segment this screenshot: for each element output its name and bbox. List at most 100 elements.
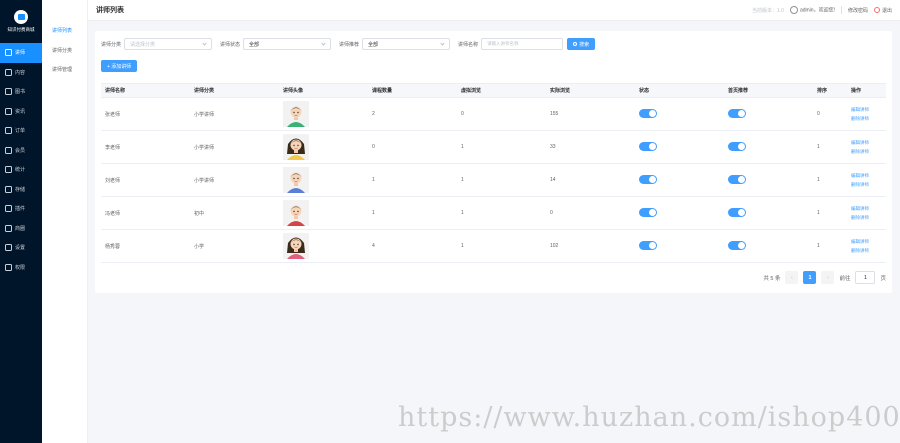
column-header: 实际浏览 xyxy=(550,88,571,94)
table-header: 讲师名称 讲师分类 讲师头像 课程数量 虚拟浏览 实际浏览 状态 首页推荐 排序 操作 xyxy=(101,84,886,98)
nav-item-label: 商圈 xyxy=(15,225,26,232)
edit-teacher-link[interactable]: 编辑讲师 xyxy=(851,138,886,147)
operations-cell: 编辑讲师 删除讲师 xyxy=(847,204,886,222)
user-icon xyxy=(789,6,798,14)
storage-icon xyxy=(5,185,12,193)
recommend-toggle[interactable] xyxy=(728,207,746,217)
settings-icon xyxy=(5,244,12,252)
page-1-button[interactable]: 1 xyxy=(803,271,817,284)
logo[interactable]: 知识付费商城 xyxy=(0,0,42,43)
goto-page-input[interactable]: 1 xyxy=(855,271,876,284)
chevron-down-icon xyxy=(321,41,326,46)
nav-item-4[interactable]: 订单 xyxy=(0,121,42,141)
avatar xyxy=(283,101,309,127)
main-nav: 知识付费商城 讲师内容图书资讯订单 会员 统计存储插件商圈设置权限 xyxy=(0,0,42,443)
search-button-label: 搜索 xyxy=(579,41,590,48)
real-views: 33 xyxy=(550,144,556,150)
recommend-cell xyxy=(724,174,813,186)
add-teacher-button[interactable]: + 添加讲师 xyxy=(101,60,138,72)
table-row: 张老师 小学讲师 2 0 155 0 编辑讲师 删除讲师 xyxy=(101,98,886,131)
nav-item-1[interactable]: 内容 xyxy=(0,63,42,83)
avatar-cell xyxy=(279,200,368,226)
column-header: 操作 xyxy=(851,88,862,94)
status-toggle[interactable] xyxy=(639,108,657,118)
delete-teacher-link[interactable]: 删除讲师 xyxy=(851,147,886,156)
recommend-toggle[interactable] xyxy=(728,141,746,151)
submenu-item-0[interactable]: 讲师列表 xyxy=(42,21,87,41)
shop-icon xyxy=(5,224,12,232)
nav-item-7[interactable]: 存储 xyxy=(0,180,42,200)
edit-teacher-link[interactable]: 编辑讲师 xyxy=(851,105,886,114)
submenu-item-2[interactable]: 讲师管理 xyxy=(42,60,87,80)
delete-teacher-link[interactable]: 删除讲师 xyxy=(851,246,886,255)
nav-item-label: 设置 xyxy=(15,245,26,252)
column-header: 讲师分类 xyxy=(194,88,215,94)
status-toggle[interactable] xyxy=(639,207,657,217)
recommend-toggle[interactable] xyxy=(728,174,746,184)
name-search-input[interactable]: 请输入讲师名称 xyxy=(481,38,564,50)
next-page-button[interactable]: › xyxy=(821,271,835,284)
teacher-name: 刘老师 xyxy=(105,177,121,184)
recommend-toggle[interactable] xyxy=(728,108,746,118)
divider xyxy=(840,6,842,14)
edit-teacher-link[interactable]: 编辑讲师 xyxy=(851,237,886,246)
sort-value: 1 xyxy=(817,210,820,216)
user-info[interactable]: admin，欢迎您! xyxy=(789,6,835,14)
delete-teacher-link[interactable]: 删除讲师 xyxy=(851,180,886,189)
logout-button[interactable]: 退出 xyxy=(873,7,892,14)
status-filter-label: 讲师状态 xyxy=(220,41,241,48)
nav-item-2[interactable]: 图书 xyxy=(0,82,42,102)
category-placeholder: 请选择分类 xyxy=(130,41,156,48)
sub-nav: 讲师列表 讲师分类 讲师管理 xyxy=(42,0,88,443)
status-toggle[interactable] xyxy=(639,174,657,184)
app-root: 知识付费商城 讲师 内容 图书 资讯 订单 会员 统计 存储 插件 商圈 设置 权限 讲师列表 讲师分类… xyxy=(0,0,900,443)
real-views: 0 xyxy=(550,210,553,216)
nav-item-label: 存储 xyxy=(15,186,26,193)
operations-cell: 编辑讲师 删除讲师 xyxy=(847,138,886,156)
column-header: 讲师头像 xyxy=(283,88,304,94)
change-password-link[interactable]: 修改密码 xyxy=(848,7,868,14)
recommend-select[interactable]: 全部 xyxy=(362,38,451,50)
status-toggle[interactable] xyxy=(639,141,657,151)
real-views: 102 xyxy=(550,243,559,249)
teacher-icon xyxy=(5,49,12,57)
chart-icon xyxy=(5,166,12,174)
teacher-category: 小学 xyxy=(194,243,205,250)
submenu-item-1[interactable]: 讲师分类 xyxy=(42,41,87,61)
delete-teacher-link[interactable]: 删除讲师 xyxy=(851,213,886,222)
table-row: 冯老师 初中 1 1 0 1 编辑讲师 删除讲师 xyxy=(101,197,886,230)
recommend-cell xyxy=(724,240,813,252)
nav-item-10[interactable]: 设置 xyxy=(0,238,42,258)
category-select[interactable]: 请选择分类 xyxy=(124,38,213,50)
avatar-cell xyxy=(279,167,368,193)
nav-item-label: 内容 xyxy=(15,69,26,76)
nav-item-8[interactable]: 插件 xyxy=(0,199,42,219)
top-header: 讲师列表 当前版本：1.0 admin，欢迎您! 修改密码 退出 xyxy=(88,0,900,21)
nav-item-label: 资讯 xyxy=(15,108,26,115)
status-cell xyxy=(635,141,724,153)
nav-item-6[interactable]: 统计 xyxy=(0,160,42,180)
status-select[interactable]: 全部 xyxy=(243,38,332,50)
delete-teacher-link[interactable]: 删除讲师 xyxy=(851,114,886,123)
nav-item-3[interactable]: 资讯 xyxy=(0,102,42,122)
sort-value: 1 xyxy=(817,144,820,150)
filter-bar: 讲师分类 请选择分类 讲师状态 全部 讲师推荐 全部 讲师名称 请输入讲师名称 … xyxy=(101,38,596,50)
user-name: admin，欢迎您! xyxy=(799,7,835,14)
status-cell xyxy=(635,174,724,186)
sort-value: 1 xyxy=(817,177,820,183)
nav-item-0[interactable]: 讲师 xyxy=(0,43,42,63)
operations-cell: 编辑讲师 删除讲师 xyxy=(847,105,886,123)
edit-teacher-link[interactable]: 编辑讲师 xyxy=(851,171,886,180)
recommend-toggle[interactable] xyxy=(728,240,746,250)
search-button[interactable]: 搜索 xyxy=(567,38,596,50)
nav-item-5[interactable]: 会员 xyxy=(0,141,42,161)
edit-teacher-link[interactable]: 编辑讲师 xyxy=(851,204,886,213)
order-icon xyxy=(5,127,12,135)
nav-item-11[interactable]: 权限 xyxy=(0,258,42,278)
avatar-cell xyxy=(279,134,368,160)
status-toggle[interactable] xyxy=(639,240,657,250)
nav-item-9[interactable]: 商圈 xyxy=(0,219,42,239)
prev-page-button[interactable]: ‹ xyxy=(785,271,799,284)
column-header: 首页推荐 xyxy=(728,88,749,94)
news-icon xyxy=(5,107,12,115)
